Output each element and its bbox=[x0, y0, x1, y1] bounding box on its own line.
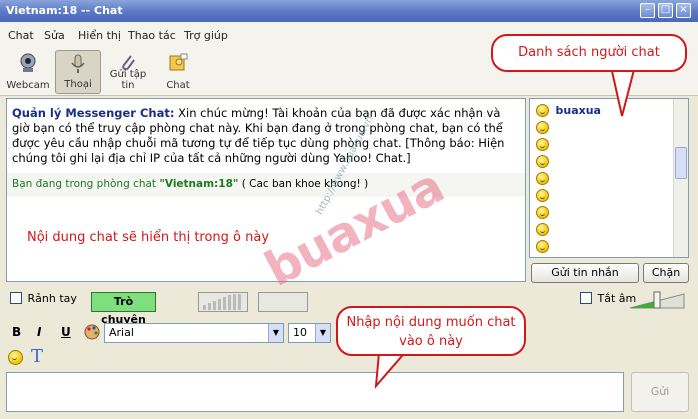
webcam-label: Webcam bbox=[6, 80, 50, 91]
message-sender: Quản lý Messenger Chat: bbox=[12, 106, 175, 120]
menu-chat[interactable]: Chat bbox=[8, 29, 34, 42]
user-item[interactable] bbox=[536, 137, 549, 154]
chat-room-icon bbox=[169, 53, 188, 71]
room-status-prefix: Bạn đang trong phòng chat bbox=[12, 178, 157, 190]
smiley-icon bbox=[536, 239, 549, 253]
menu-view[interactable]: Hiển thị bbox=[78, 29, 121, 42]
user-item[interactable] bbox=[536, 154, 549, 171]
webcam-icon bbox=[20, 53, 36, 72]
bold-button[interactable]: B bbox=[12, 325, 21, 339]
slider-thumb[interactable] bbox=[653, 291, 661, 309]
font-select-value: Arial bbox=[109, 326, 134, 339]
minimize-button[interactable]: – bbox=[640, 3, 655, 18]
menu-edit[interactable]: Sửa bbox=[44, 29, 65, 42]
close-button[interactable]: × bbox=[676, 3, 691, 18]
user-name: buaxua bbox=[555, 103, 601, 117]
send-file-label: Gửi tập tin bbox=[109, 69, 147, 91]
send-button[interactable]: Gửi bbox=[631, 372, 689, 412]
chevron-down-icon[interactable]: ▼ bbox=[268, 324, 283, 342]
color-palette-icon[interactable] bbox=[83, 323, 101, 341]
font-size-select[interactable]: 10 ▼ bbox=[288, 323, 331, 343]
talk-button[interactable]: Trò chuyện bbox=[91, 292, 156, 326]
smiley-icon bbox=[536, 205, 549, 219]
room-name: "Vietnam:18" bbox=[159, 178, 239, 190]
smiley-icon bbox=[536, 120, 549, 134]
voice-label: Thoại bbox=[64, 79, 92, 90]
underline-button[interactable]: U bbox=[61, 325, 71, 339]
user-item[interactable] bbox=[536, 120, 549, 137]
user-item[interactable]: buaxua bbox=[536, 103, 601, 120]
voice-level-meter bbox=[198, 292, 248, 312]
smiley-icon bbox=[536, 222, 549, 236]
window-title: Vietnam:18 -- Chat bbox=[6, 4, 123, 17]
smiley-icon bbox=[536, 137, 549, 151]
block-button[interactable]: Chặn bbox=[643, 263, 689, 283]
smiley-icon bbox=[536, 154, 549, 168]
user-item[interactable] bbox=[536, 222, 549, 239]
smiley-icon bbox=[536, 103, 549, 117]
room-status: Bạn đang trong phòng chat "Vietnam:18" (… bbox=[7, 173, 525, 197]
menu-actions[interactable]: Thao tác bbox=[128, 29, 176, 42]
system-message: Quản lý Messenger Chat: Xin chúc mừng! T… bbox=[12, 106, 517, 166]
user-list[interactable]: buaxua bbox=[529, 98, 689, 258]
handsfree-label: Rảnh tay bbox=[27, 291, 77, 305]
input-callout: Nhập nội dung muốn chat vào ô này bbox=[336, 306, 526, 356]
text-format-icon[interactable]: T bbox=[31, 346, 43, 367]
user-item[interactable] bbox=[536, 205, 549, 222]
italic-button[interactable]: I bbox=[37, 325, 41, 339]
handsfree-toggle[interactable]: Rảnh tay bbox=[10, 291, 77, 305]
message-input[interactable] bbox=[6, 372, 624, 412]
webcam-button[interactable]: Webcam bbox=[5, 50, 51, 94]
voice-button[interactable]: Thoại bbox=[55, 50, 101, 94]
user-list-scrollbar[interactable] bbox=[673, 99, 688, 257]
font-size-value: 10 bbox=[293, 326, 307, 339]
user-item[interactable] bbox=[536, 171, 549, 188]
volume-bars-icon bbox=[203, 294, 241, 310]
scroll-thumb[interactable] bbox=[675, 147, 687, 179]
room-topic: ( Cac ban khoe khong! ) bbox=[241, 178, 369, 190]
font-select[interactable]: Arial ▼ bbox=[104, 323, 284, 343]
emoticon-button[interactable] bbox=[8, 350, 23, 365]
volume-slider[interactable] bbox=[628, 290, 686, 310]
user-item[interactable] bbox=[536, 239, 549, 256]
menu-help[interactable]: Trợ giúp bbox=[184, 29, 228, 42]
handsfree-checkbox[interactable] bbox=[10, 292, 22, 304]
chat-button[interactable]: Chat bbox=[155, 50, 201, 94]
microphone-icon bbox=[71, 54, 85, 73]
user-list-callout: Danh sách người chat bbox=[491, 34, 687, 72]
send-file-button[interactable]: Gửi tập tin bbox=[105, 50, 151, 94]
chat-area-annotation: Nội dung chat sẽ hiển thị trong ô này bbox=[27, 230, 270, 245]
speaker-level-meter bbox=[258, 292, 308, 312]
smiley-icon bbox=[536, 171, 549, 185]
title-bar: Vietnam:18 -- Chat – □ × bbox=[0, 0, 698, 22]
user-item[interactable] bbox=[536, 188, 549, 205]
send-im-button[interactable]: Gửi tin nhắn bbox=[531, 263, 639, 283]
maximize-button[interactable]: □ bbox=[658, 3, 673, 18]
mute-checkbox[interactable] bbox=[580, 292, 592, 304]
chevron-down-icon[interactable]: ▼ bbox=[315, 324, 330, 342]
chat-label: Chat bbox=[166, 80, 190, 91]
smiley-icon bbox=[536, 188, 549, 202]
